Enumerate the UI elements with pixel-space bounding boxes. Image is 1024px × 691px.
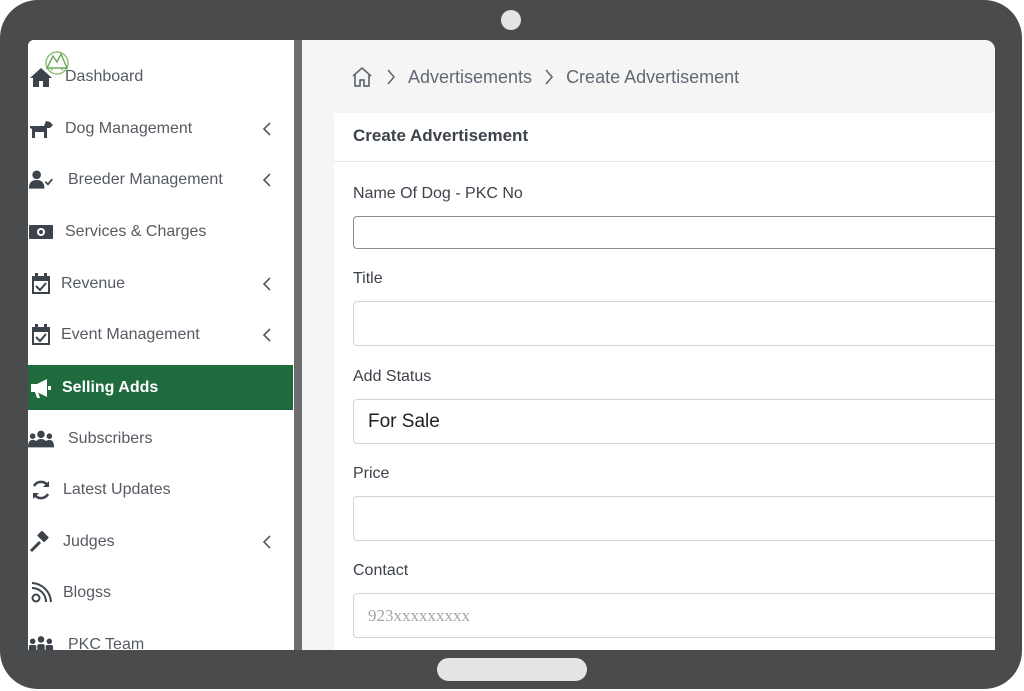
sidebar-item-judges[interactable]: Judges	[28, 520, 293, 564]
sidebar-item-breeder-management[interactable]: Breeder Management	[28, 158, 293, 202]
title-input[interactable]	[353, 301, 995, 346]
main-content: Advertisements Create Advertisement Crea…	[302, 40, 995, 650]
chevron-left-icon	[260, 122, 274, 136]
sidebar-item-label: Judges	[63, 533, 115, 550]
home-outline-icon[interactable]	[350, 65, 374, 89]
contact-label: Contact	[353, 562, 409, 579]
sidebar-item-label: PKC Team	[68, 636, 145, 650]
calendar-check-icon	[28, 272, 54, 296]
sidebar-item-label: Dashboard	[65, 68, 144, 85]
breadcrumb-link-advertisements[interactable]: Advertisements	[408, 67, 532, 88]
sidebar-item-label: Breeder Management	[68, 171, 223, 188]
sidebar-item-dashboard[interactable]: Dashboard	[28, 55, 293, 99]
sidebar-divider	[294, 40, 302, 650]
card-title: Create Advertisement	[353, 126, 529, 145]
dog-name-label: Name Of Dog - PKC No	[353, 185, 523, 202]
sidebar-item-label: Event Management	[61, 326, 200, 343]
device-frame: Dashboard Dog Management Breeder Managem…	[0, 0, 1022, 689]
add-status-selected-value: For Sale	[368, 410, 440, 432]
sidebar-item-selling-adds[interactable]: Selling Adds	[28, 365, 293, 410]
sidebar-item-label: Services & Charges	[65, 223, 207, 240]
sidebar-item-pkc-team[interactable]: PKC Team	[28, 623, 293, 650]
dog-name-input[interactable]	[353, 216, 995, 249]
sidebar-item-dog-management[interactable]: Dog Management	[28, 107, 293, 151]
sidebar-item-services-charges[interactable]: Services & Charges	[28, 210, 293, 254]
gavel-icon	[28, 530, 54, 554]
add-status-label: Add Status	[353, 368, 432, 385]
chevron-left-icon	[260, 173, 274, 187]
megaphone-icon	[28, 376, 54, 400]
sidebar-item-label: Subscribers	[68, 430, 153, 447]
title-label: Title	[353, 270, 383, 287]
price-input[interactable]	[353, 496, 995, 541]
home-icon	[28, 65, 54, 89]
sidebar-item-latest-updates[interactable]: Latest Updates	[28, 468, 293, 512]
breadcrumb-current: Create Advertisement	[566, 66, 740, 87]
sidebar-item-event-management[interactable]: Event Management	[28, 313, 293, 357]
calendar-check-icon	[28, 323, 54, 347]
contact-input[interactable]	[353, 593, 995, 638]
sidebar: Dashboard Dog Management Breeder Managem…	[28, 40, 294, 650]
sidebar-item-label: Revenue	[61, 275, 126, 292]
sidebar-item-label: Blogss	[63, 584, 112, 601]
sidebar-item-subscribers[interactable]: Subscribers	[28, 417, 293, 461]
screen: Dashboard Dog Management Breeder Managem…	[28, 40, 995, 650]
chevron-left-icon	[260, 328, 274, 342]
card-header: Create Advertisement	[334, 113, 995, 162]
create-advertisement-card: Create Advertisement Name Of Dog - PKC N…	[334, 113, 995, 650]
sidebar-item-revenue[interactable]: Revenue	[28, 262, 293, 306]
rss-icon	[28, 581, 54, 605]
users-icon	[28, 427, 54, 451]
device-home-button	[437, 658, 587, 681]
dog-icon	[28, 117, 54, 141]
sidebar-item-blogss[interactable]: Blogss	[28, 571, 293, 615]
money-icon	[28, 220, 54, 244]
chevron-left-icon	[260, 277, 274, 291]
sidebar-item-label: Dog Management	[65, 120, 193, 137]
refresh-icon	[28, 478, 54, 502]
breadcrumb: Advertisements Create Advertisement	[350, 62, 739, 92]
sidebar-item-label: Selling Adds	[62, 378, 159, 396]
sidebar-item-label: Latest Updates	[63, 481, 171, 498]
chevron-right-icon	[544, 69, 554, 85]
add-status-select[interactable]: For Sale	[353, 399, 995, 444]
chevron-left-icon	[260, 535, 274, 549]
user-check-icon	[28, 168, 54, 192]
team-icon	[28, 633, 54, 650]
price-label: Price	[353, 465, 390, 482]
chevron-right-icon	[386, 69, 396, 85]
camera-dot	[501, 10, 521, 30]
